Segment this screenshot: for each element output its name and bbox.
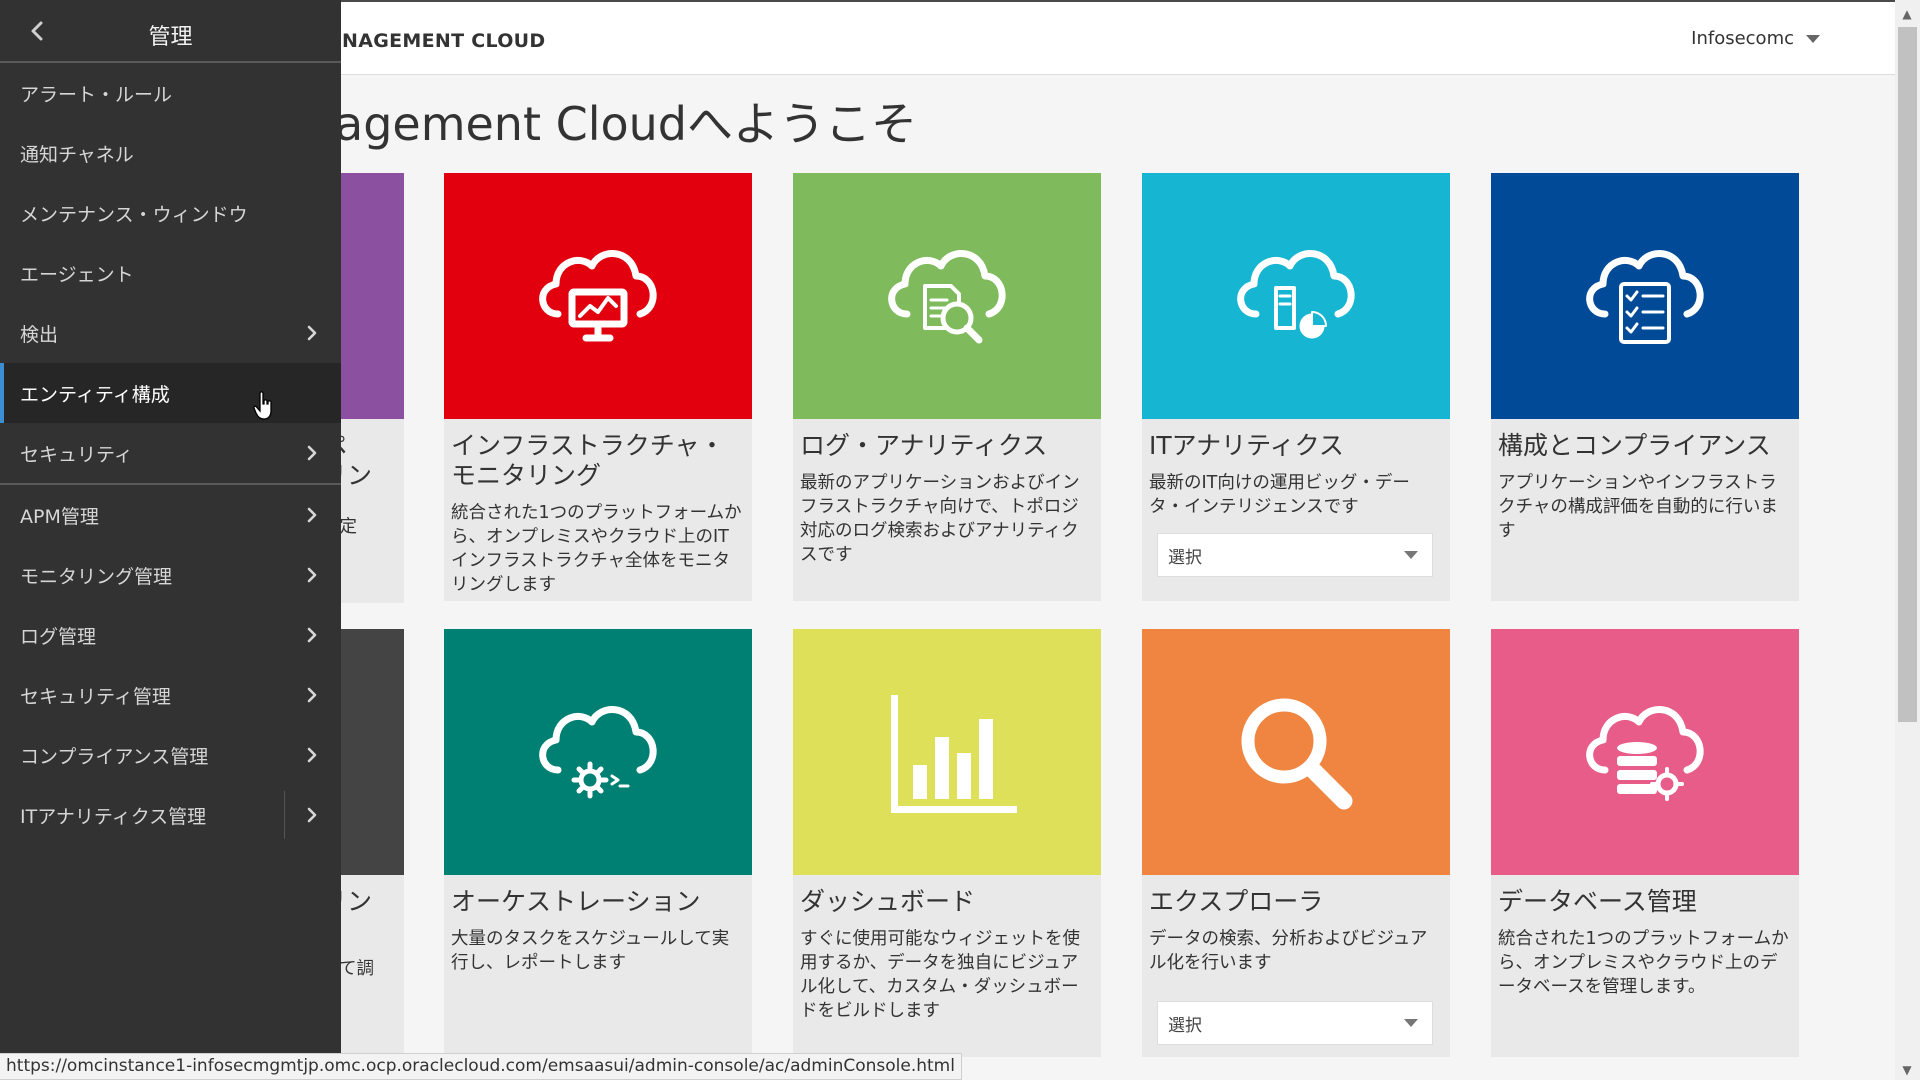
admin-sidebar: 管理 アラート・ルール 通知チャネル メンテナンス・ウィンドウ エージェント 検… — [0, 0, 341, 1080]
chevron-right-icon — [307, 325, 317, 341]
cloud-analytics-icon — [1237, 250, 1355, 342]
scrollbar-thumb[interactable] — [1898, 27, 1917, 722]
caret-down-icon — [1806, 34, 1820, 43]
card-description: データの検索、分析およびビジュアル化を行います — [1149, 929, 1428, 973]
sidebar-item-security[interactable]: セキュリティ — [0, 423, 341, 483]
card-description: すぐに使用可能なウィジェットを使用するか、データを独自にビジュアル化して、カスタ… — [800, 929, 1080, 1021]
hand-cursor-icon — [253, 391, 272, 420]
chevron-right-icon — [307, 747, 317, 763]
sidebar-item-label: コンプライアンス管理 — [20, 745, 209, 768]
sidebar-item-maintenance-windows[interactable]: メンテナンス・ウィンドウ — [0, 183, 341, 243]
card-title: ダッシュボード — [800, 887, 976, 916]
sidebar-item-label: ログ管理 — [20, 625, 97, 648]
bar-chart-icon — [891, 695, 1017, 813]
card-dashboards[interactable]: ダッシュボード すぐに使用可能なウィジェットを使用するか、データを独自にビジュア… — [793, 629, 1101, 1057]
card-description: 大量のタスクをスケジュールして実行し、レポートします — [451, 929, 730, 973]
chevron-right-icon — [307, 567, 317, 583]
card-tile — [444, 629, 752, 875]
user-menu[interactable]: Infosecomc — [1691, 28, 1820, 49]
card-explorer[interactable]: エクスプローラ データの検索、分析およびビジュアル化を行います 選択 — [1142, 629, 1450, 1057]
card-title: ITアナリティクス — [1149, 431, 1344, 460]
sidebar-item-label: エージェント — [20, 263, 134, 286]
card-database-management[interactable]: データベース管理 統合された1つのプラットフォームから、オンプレミスやクラウド上… — [1491, 629, 1799, 1057]
chevron-right-icon — [307, 807, 317, 823]
page-title: agement Cloudへようこそ — [335, 97, 918, 151]
card-title: データベース管理 — [1498, 887, 1697, 916]
card-infrastructure-monitoring[interactable]: インフラストラクチャ・モニタリング 統合された1つのプラットフォームから、オンプ… — [444, 173, 752, 601]
sidebar-item-label: モニタリング管理 — [20, 565, 173, 588]
card-description: 統合された1つのプラットフォームから、オンプレミスやクラウド上のデータベースを管… — [1498, 929, 1789, 997]
cloud-log-search-icon — [888, 250, 1006, 344]
app-title: NAGEMENT CLOUD — [342, 30, 546, 52]
dropdown-arrow-icon — [1404, 551, 1418, 559]
card-tile — [793, 629, 1101, 875]
sidebar-item-label: エンティティ構成 — [20, 383, 170, 406]
chevron-right-icon — [307, 445, 317, 461]
sidebar-item-apm-admin[interactable]: APM管理 — [0, 485, 341, 545]
sidebar-item-alert-rules[interactable]: アラート・ルール — [0, 63, 341, 123]
status-bar-url: https://omcinstance1-infosecmgmtjp.omc.o… — [0, 1053, 962, 1080]
magnifier-icon — [1241, 698, 1353, 810]
sidebar-item-label: アラート・ルール — [20, 83, 173, 106]
sidebar-title: 管理 — [148, 25, 193, 50]
sidebar-item-label: APM管理 — [20, 505, 99, 528]
card-title: エクスプローラ — [1149, 887, 1324, 916]
sidebar-item-notification-channels[interactable]: 通知チャネル — [0, 123, 341, 183]
app-select-dropdown[interactable]: 選択 — [1157, 1001, 1433, 1045]
scroll-down-icon[interactable]: ▼ — [1901, 1064, 1913, 1076]
sidebar-menu: アラート・ルール 通知チャネル メンテナンス・ウィンドウ エージェント 検出 エ… — [0, 63, 341, 845]
chevron-right-icon — [307, 507, 317, 523]
select-value: 選択 — [1168, 1015, 1202, 1036]
sidebar-header: 管理 — [0, 0, 341, 63]
sidebar-item-label: ITアナリティクス管理 — [20, 805, 207, 828]
cloud-checklist-icon — [1586, 250, 1704, 344]
card-title: 構成とコンプライアンス — [1498, 431, 1771, 460]
sidebar-item-label: 検出 — [20, 323, 59, 346]
card-tile — [444, 173, 752, 419]
card-description: 最新のアプリケーションおよびインフラストラクチャ向けで、トポロジ対応のログ検索お… — [800, 473, 1080, 565]
dropdown-arrow-icon — [1404, 1019, 1418, 1027]
card-tile — [793, 173, 1101, 419]
sidebar-item-it-analytics-admin[interactable]: ITアナリティクス管理 — [0, 785, 341, 845]
chevron-right-icon — [307, 687, 317, 703]
sidebar-item-compliance-admin[interactable]: コンプライアンス管理 — [0, 725, 341, 785]
sidebar-item-label: メンテナンス・ウィンドウ — [20, 203, 248, 226]
sidebar-item-security-admin[interactable]: セキュリティ管理 — [0, 665, 341, 725]
sidebar-item-agents[interactable]: エージェント — [0, 243, 341, 303]
select-value: 選択 — [1168, 547, 1202, 568]
sidebar-item-label: 通知チャネル — [20, 143, 134, 166]
card-description: 統合された1つのプラットフォームから、オンプレミスやクラウド上のITインフラスト… — [451, 503, 742, 595]
card-orchestration[interactable]: オーケストレーション 大量のタスクをスケジュールして実行し、レポートします — [444, 629, 752, 1057]
card-title: ログ・アナリティクス — [800, 431, 1048, 460]
vertical-scrollbar[interactable]: ▲ ▼ — [1895, 0, 1920, 1080]
sidebar-item-label: セキュリティ管理 — [20, 685, 171, 708]
cloud-gear-icon — [539, 706, 657, 799]
sidebar-item-discovery[interactable]: 検出 — [0, 303, 341, 363]
card-it-analytics[interactable]: ITアナリティクス 最新のIT向けの運用ビッグ・データ・インテリジェンスです 選… — [1142, 173, 1450, 601]
sidebar-item-log-admin[interactable]: ログ管理 — [0, 605, 341, 665]
card-tile — [1142, 629, 1450, 875]
card-log-analytics[interactable]: ログ・アナリティクス 最新のアプリケーションおよびインフラストラクチャ向けで、ト… — [793, 173, 1101, 601]
sidebar-item-divider — [284, 791, 285, 839]
sidebar-item-monitoring-admin[interactable]: モニタリング管理 — [0, 545, 341, 605]
card-description: 最新のIT向けの運用ビッグ・データ・インテリジェンスです — [1149, 473, 1410, 517]
cloud-database-icon — [1586, 706, 1704, 801]
user-name: Infosecomc — [1691, 28, 1794, 49]
chevron-right-icon — [307, 627, 317, 643]
scroll-up-icon[interactable]: ▲ — [1901, 8, 1913, 20]
sidebar-item-label: セキュリティ — [20, 443, 133, 466]
card-title: オーケストレーション — [451, 887, 701, 916]
card-configuration-compliance[interactable]: 構成とコンプライアンス アプリケーションやインフラストラクチャの構成評価を自動的… — [1491, 173, 1799, 601]
card-tile — [1491, 173, 1799, 419]
cloud-monitor-icon — [539, 250, 657, 342]
card-title: インフラストラクチャ・モニタリング — [451, 431, 725, 490]
card-tile — [1142, 173, 1450, 419]
sidebar-item-entity-configuration[interactable]: エンティティ構成 — [0, 363, 341, 423]
card-description: アプリケーションやインフラストラクチャの構成評価を自動的に行います — [1498, 473, 1778, 541]
app-select-dropdown[interactable]: 選択 — [1157, 533, 1433, 577]
card-tile — [1491, 629, 1799, 875]
